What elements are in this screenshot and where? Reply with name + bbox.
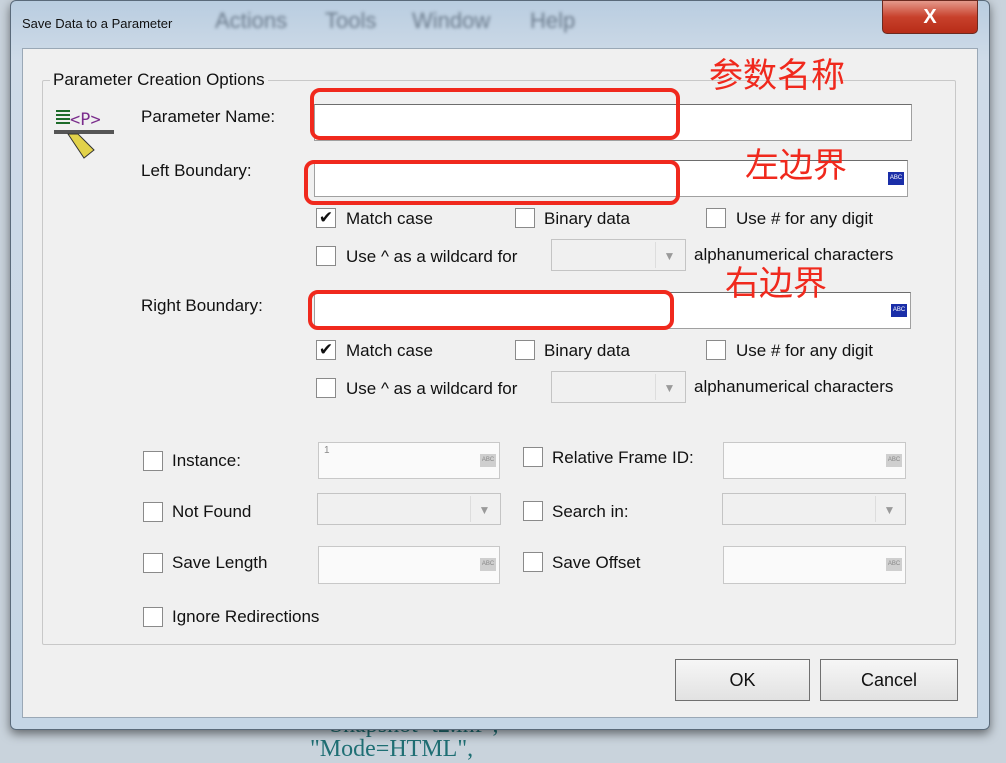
save-length-label: Save Length xyxy=(172,553,268,572)
svg-text:<P>: <P> xyxy=(70,110,101,130)
instance-label: Instance: xyxy=(172,451,241,470)
left-wildcard-label: Use ^ as a wildcard for xyxy=(346,247,518,266)
text-mode-icon[interactable]: ABC xyxy=(480,453,496,467)
ignore-redirections-checkbox[interactable] xyxy=(143,607,163,627)
instance-checkbox[interactable] xyxy=(143,451,163,471)
left-binary-data-label: Binary data xyxy=(544,209,630,228)
relative-frame-id-checkbox[interactable] xyxy=(523,447,543,467)
left-wildcard-checkbox[interactable] xyxy=(316,246,336,266)
right-match-case-checkbox[interactable]: ✔ xyxy=(316,340,336,360)
right-wildcard-label: Use ^ as a wildcard for xyxy=(346,379,518,398)
annotation-box-right-boundary xyxy=(308,290,674,330)
text-mode-icon[interactable]: ABC xyxy=(886,558,902,571)
save-length-input[interactable]: ABC xyxy=(318,546,500,584)
relative-frame-id-input[interactable]: ABC xyxy=(723,442,906,479)
window-title: Save Data to a Parameter xyxy=(22,16,173,31)
blurred-menu: Actions xyxy=(215,8,288,33)
cancel-button[interactable]: Cancel xyxy=(820,659,958,701)
background-code: "Mode=HTML", xyxy=(310,736,474,762)
left-match-case-checkbox[interactable]: ✔ xyxy=(316,208,336,228)
right-use-hash-checkbox[interactable] xyxy=(706,340,726,360)
search-in-dropdown[interactable]: ▼ xyxy=(722,493,906,525)
ignore-redirections-label: Ignore Redirections xyxy=(172,607,320,626)
save-offset-label: Save Offset xyxy=(552,553,641,572)
text-mode-icon[interactable]: ABC xyxy=(480,558,496,571)
search-in-checkbox[interactable] xyxy=(523,501,543,521)
parameter-name-label: Parameter Name: xyxy=(141,107,276,126)
chevron-down-icon: ▼ xyxy=(655,374,683,400)
right-wildcard-checkbox[interactable] xyxy=(316,378,336,398)
chevron-down-icon: ▼ xyxy=(655,242,683,268)
right-binary-data-checkbox[interactable] xyxy=(515,340,535,360)
right-alnum-label: alphanumerical characters xyxy=(694,377,894,396)
blurred-menu: Tools xyxy=(325,8,377,33)
annotation-left-boundary: 左边界 xyxy=(745,146,847,186)
text-mode-icon[interactable]: ABC xyxy=(886,453,902,467)
blurred-menu: Help xyxy=(530,8,576,33)
save-length-checkbox[interactable] xyxy=(143,553,163,573)
left-boundary-label: Left Boundary: xyxy=(141,161,252,180)
relative-frame-id-label: Relative Frame ID: xyxy=(552,448,694,467)
save-offset-checkbox[interactable] xyxy=(523,552,543,572)
right-wildcard-dropdown[interactable]: ▼ xyxy=(551,371,686,403)
blurred-menu: Window xyxy=(412,8,491,33)
not-found-checkbox[interactable] xyxy=(143,502,163,522)
instance-value: 1 xyxy=(324,445,330,456)
annotation-right-boundary: 右边界 xyxy=(725,264,827,304)
annotation-box-left-boundary xyxy=(304,160,680,205)
text-mode-icon[interactable]: ABC xyxy=(888,171,904,185)
not-found-dropdown[interactable]: ▼ xyxy=(317,493,501,525)
chevron-down-icon: ▼ xyxy=(470,496,498,522)
instance-input[interactable]: 1 ABC xyxy=(318,442,500,479)
close-button[interactable]: X xyxy=(882,0,978,34)
left-binary-data-checkbox[interactable] xyxy=(515,208,535,228)
text-mode-icon[interactable]: ABC xyxy=(891,303,907,317)
ok-button[interactable]: OK xyxy=(675,659,810,701)
annotation-box-parameter-name xyxy=(310,88,680,140)
save-offset-input[interactable]: ABC xyxy=(723,546,906,584)
right-binary-data-label: Binary data xyxy=(544,341,630,360)
left-wildcard-dropdown[interactable]: ▼ xyxy=(551,239,686,271)
right-boundary-label: Right Boundary: xyxy=(141,296,263,315)
left-use-hash-checkbox[interactable] xyxy=(706,208,726,228)
right-use-hash-label: Use # for any digit xyxy=(736,341,874,360)
parameter-icon: <P> xyxy=(54,110,114,159)
group-title: Parameter Creation Options xyxy=(50,70,268,90)
left-use-hash-label: Use # for any digit xyxy=(736,209,874,228)
left-match-case-label: Match case xyxy=(346,209,433,228)
not-found-label: Not Found xyxy=(172,502,252,521)
right-match-case-label: Match case xyxy=(346,341,433,360)
chevron-down-icon: ▼ xyxy=(875,496,903,522)
search-in-label: Search in: xyxy=(552,502,629,521)
annotation-parameter-name: 参数名称 xyxy=(709,56,845,96)
